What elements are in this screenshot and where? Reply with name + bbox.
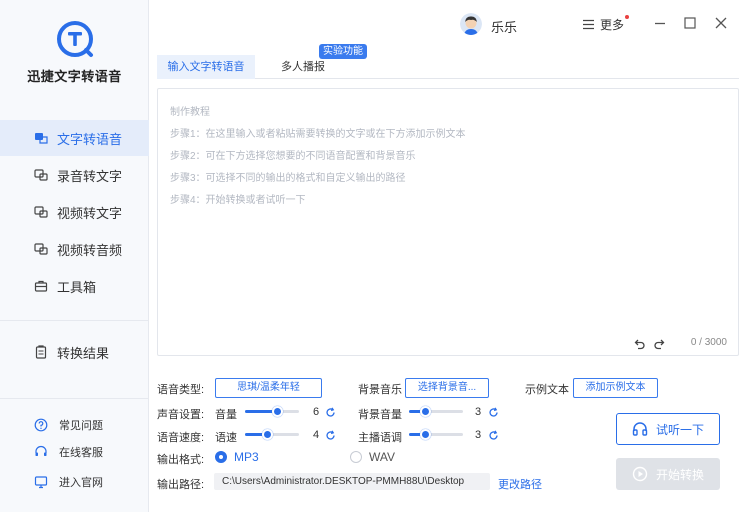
bg-volume-slider-thumb[interactable] <box>420 406 432 417</box>
avatar[interactable] <box>460 13 482 35</box>
reset-tone-icon[interactable] <box>488 430 499 441</box>
voice-type-label: 语音类型: <box>157 384 205 396</box>
sidebar-item-label: 工具箱 <box>57 279 97 295</box>
minimize-button[interactable] <box>653 16 667 30</box>
more-label: 更多 <box>600 18 625 32</box>
sidebar-link-label: 在线客服 <box>59 447 103 459</box>
sidebar-link-faq[interactable]: 常见问题 <box>0 414 149 436</box>
video-to-audio-icon <box>34 243 48 255</box>
sidebar: 迅捷文字转语音 文字转语音 录音转文字 视频转文字 视频转音频 工具箱 转换结果… <box>0 0 149 512</box>
sample-text-label: 示例文本 <box>525 384 569 396</box>
close-button[interactable] <box>714 16 728 30</box>
maximize-button[interactable] <box>683 16 697 30</box>
experimental-badge: 实验功能 <box>319 44 367 59</box>
change-path-link[interactable]: 更改路径 <box>498 476 542 492</box>
placeholder-line: 步骤1：在这里输入或者粘贴需要转换的文字或在下方添加示例文本 <box>170 129 466 140</box>
start-convert-button[interactable]: 开始转换 <box>616 458 720 490</box>
sidebar-link-label: 常见问题 <box>59 420 103 432</box>
text-input-area[interactable]: 制作教程 步骤1：在这里输入或者粘贴需要转换的文字或在下方添加示例文本 步骤2：… <box>157 88 739 356</box>
app-logo-icon <box>57 21 93 57</box>
voice-type-button[interactable]: 思琪/温柔年轻 <box>215 378 322 398</box>
video-to-text-icon <box>34 206 48 218</box>
output-format-label: 输出格式: <box>157 454 205 466</box>
reset-speed-icon[interactable] <box>325 430 336 441</box>
recording-to-text-icon <box>34 169 48 181</box>
sidebar-link-website[interactable]: 进入官网 <box>0 471 149 493</box>
sidebar-item-results[interactable]: 转换结果 <box>0 334 149 370</box>
undo-icon[interactable] <box>633 338 645 350</box>
sidebar-item-label: 录音转文字 <box>57 168 123 184</box>
output-path-label: 输出路径: <box>157 479 205 491</box>
sidebar-item-text-to-speech[interactable]: 文字转语音 <box>0 120 149 156</box>
volume-label: 音量 <box>215 409 237 421</box>
format-wav-radio[interactable] <box>350 451 362 463</box>
placeholder-line: 步骤2：可在下方选择您想要的不同语音配置和背景音乐 <box>170 151 416 162</box>
notification-dot <box>625 15 629 19</box>
bg-volume-slider[interactable] <box>409 406 463 417</box>
format-wav-label[interactable]: WAV <box>369 450 395 464</box>
headphones-icon <box>632 422 648 436</box>
speed-value: 4 <box>313 429 320 441</box>
text-to-speech-icon <box>35 133 48 144</box>
format-mp3-label[interactable]: MP3 <box>234 450 259 464</box>
output-path-field[interactable]: C:\Users\Administrator.DESKTOP-PMMH88U\D… <box>214 473 490 490</box>
sidebar-item-video-to-audio[interactable]: 视频转音频 <box>0 231 149 267</box>
sidebar-link-support[interactable]: 在线客服 <box>0 441 149 463</box>
add-sample-text-button[interactable]: 添加示例文本 <box>573 378 658 398</box>
tone-slider[interactable] <box>409 429 463 440</box>
reset-volume-icon[interactable] <box>325 407 336 418</box>
username[interactable]: 乐乐 <box>491 17 517 36</box>
reset-bg-volume-icon[interactable] <box>488 407 499 418</box>
sidebar-item-label: 文字转语音 <box>57 131 123 147</box>
more-menu-button[interactable]: 更多 <box>582 15 629 33</box>
sidebar-item-toolbox[interactable]: 工具箱 <box>0 268 149 304</box>
bg-volume-value: 3 <box>475 406 482 418</box>
sidebar-link-label: 进入官网 <box>59 477 103 489</box>
format-mp3-radio[interactable] <box>215 451 227 463</box>
sidebar-item-recording-to-text[interactable]: 录音转文字 <box>0 157 149 193</box>
listen-button[interactable]: 试听一下 <box>616 413 720 445</box>
speed-slider-thumb[interactable] <box>261 429 273 440</box>
tone-slider-thumb[interactable] <box>420 429 432 440</box>
sound-settings-label: 声音设置: <box>157 409 205 421</box>
play-icon <box>632 466 648 482</box>
listen-button-label: 试听一下 <box>655 422 704 437</box>
speech-speed-label: 语音速度: <box>157 432 205 444</box>
placeholder-line: 步骤4：开始转换或者试听一下 <box>170 195 306 206</box>
volume-slider[interactable] <box>245 406 299 417</box>
clipboard-icon <box>35 345 47 359</box>
bg-volume-label: 背景音量 <box>358 409 402 421</box>
app-name: 迅捷文字转语音 <box>27 69 122 84</box>
speed-slider[interactable] <box>245 429 299 440</box>
volume-value: 6 <box>313 406 320 418</box>
monitor-icon <box>34 476 48 489</box>
tab-bar: 输入文字转语音 多人播报 <box>157 55 739 79</box>
redo-icon[interactable] <box>654 338 666 350</box>
headset-icon <box>35 445 47 456</box>
volume-slider-thumb[interactable] <box>272 406 284 417</box>
start-button-label: 开始转换 <box>655 467 704 482</box>
choose-bgm-button[interactable]: 选择背景音... <box>405 378 489 398</box>
menu-icon <box>583 19 594 30</box>
sidebar-item-video-to-text[interactable]: 视频转文字 <box>0 194 149 230</box>
sidebar-divider <box>0 320 149 321</box>
bgm-label: 背景音乐 <box>358 384 402 396</box>
tone-label: 主播语调 <box>358 432 402 444</box>
tone-value: 3 <box>475 429 482 441</box>
tab-text-input[interactable]: 输入文字转语音 <box>157 55 255 79</box>
toolbox-icon <box>34 280 48 292</box>
speed-label: 语速 <box>215 432 237 444</box>
sidebar-item-label: 视频转音频 <box>57 242 123 258</box>
help-icon <box>34 418 48 432</box>
sidebar-item-label: 转换结果 <box>57 345 110 361</box>
sidebar-item-label: 视频转文字 <box>57 205 123 221</box>
placeholder-line: 步骤3：可选择不同的输出的格式和自定义输出的路径 <box>170 173 406 184</box>
sidebar-divider <box>0 398 149 399</box>
placeholder-line: 制作教程 <box>170 107 210 118</box>
character-count: 0 / 3000 <box>690 337 727 348</box>
